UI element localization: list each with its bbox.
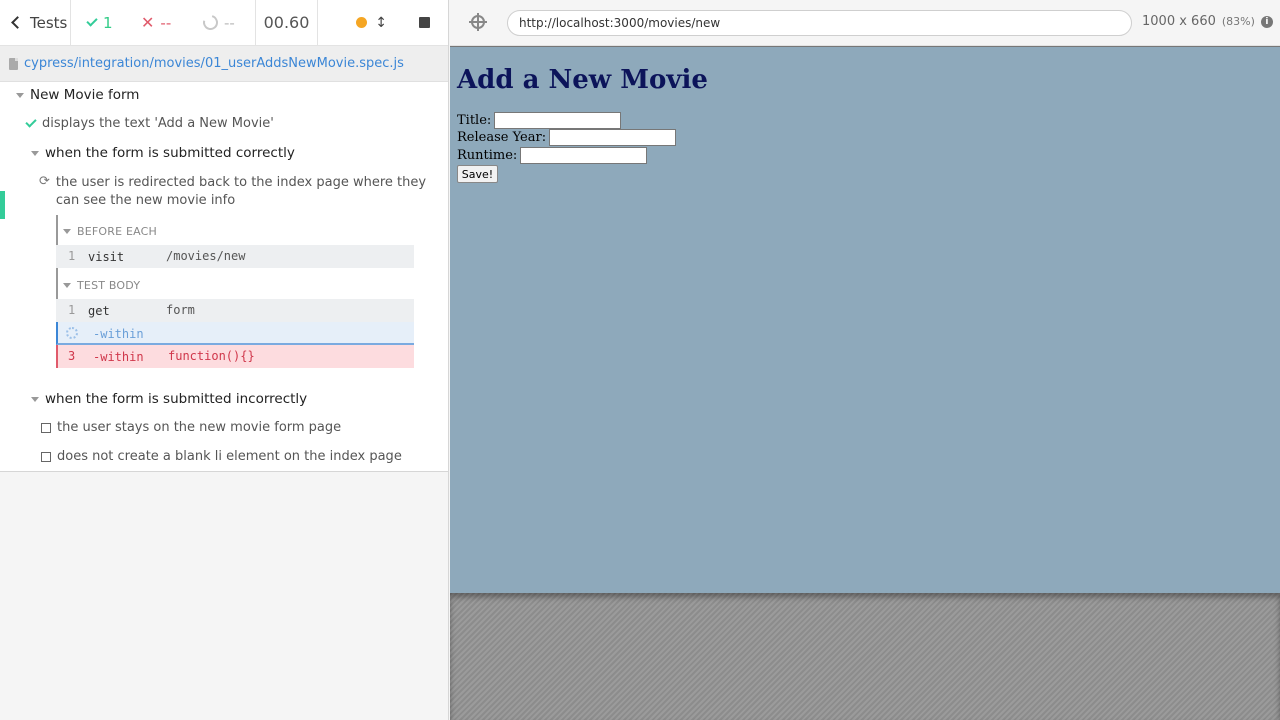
refresh-icon: ⟳ [39, 174, 50, 189]
pass-indicator [0, 191, 5, 219]
caret-down-icon [63, 229, 71, 234]
runtime-input[interactable] [520, 147, 648, 164]
pending-count: -- [185, 0, 256, 45]
viewport-size: 1000 x 660 [1142, 14, 1216, 29]
app-panel: http://localhost:3000/movies/new 1000 x … [450, 0, 1280, 720]
pending-number: -- [224, 13, 235, 32]
passed-number: 1 [103, 13, 113, 32]
suite-new-movie-form[interactable]: New Movie form [16, 87, 139, 103]
viewport-scale: (83%) [1221, 15, 1255, 28]
passed-count: 1 [71, 0, 129, 45]
save-button[interactable]: Save! [457, 165, 498, 183]
release-year-field-row: Release Year: [457, 129, 677, 146]
reporter-panel: Tests 1 ✕ -- -- 00.60 ↕ cypress/integrat… [0, 0, 449, 720]
caret-down-icon [63, 283, 71, 288]
command-within-pending[interactable]: -within [56, 322, 414, 345]
failed-count: ✕ -- [129, 0, 185, 45]
run-controls: ↕ [318, 0, 448, 45]
command-visit[interactable]: 1 visit /movies/new [56, 245, 414, 268]
release-year-label: Release Year: [457, 130, 547, 145]
duration: 00.60 [256, 0, 318, 45]
checkbox-icon [41, 451, 51, 462]
command-get[interactable]: 1 get form [56, 299, 414, 322]
command-within-failed[interactable]: 3 -within function(){} [56, 345, 414, 368]
chevron-left-icon [11, 16, 24, 29]
runtime-field-row: Runtime: [457, 147, 648, 164]
url-bar: http://localhost:3000/movies/new 1000 x … [450, 0, 1280, 46]
title-field-row: Title: [457, 112, 622, 129]
page-heading: Add a New Movie [457, 65, 708, 95]
release-year-input[interactable] [549, 129, 677, 146]
test-running[interactable]: ⟳ the user is redirected back to the ind… [39, 174, 426, 210]
failed-number: -- [160, 13, 172, 32]
pending-ring-icon [200, 12, 221, 33]
tests-back-button[interactable]: Tests [0, 0, 71, 45]
viewport-backdrop [450, 593, 1280, 720]
title-label: Title: [457, 113, 492, 128]
loading-icon [66, 327, 78, 339]
runnables-list: New Movie form displays the text 'Add a … [0, 82, 448, 472]
url-input[interactable]: http://localhost:3000/movies/new [507, 10, 1132, 36]
application-under-test: Add a New Movie Title: Release Year: Run… [450, 47, 1280, 593]
suite-submitted-correctly[interactable]: when the form is submitted correctly [31, 145, 295, 161]
file-icon [9, 57, 18, 70]
spec-path-link[interactable]: cypress/integration/movies/01_userAddsNe… [24, 56, 404, 71]
caret-down-icon [31, 150, 39, 156]
test-pending[interactable]: does not create a blank li element on th… [41, 449, 402, 464]
tests-label: Tests [30, 13, 68, 32]
viewport-info: 1000 x 660 (83%) i [1142, 14, 1273, 29]
stats-bar: Tests 1 ✕ -- -- 00.60 ↕ [0, 0, 448, 46]
runtime-label: Runtime: [457, 148, 518, 163]
caret-down-icon [16, 92, 24, 98]
hook-before-each[interactable]: BEFORE EACH [63, 225, 157, 238]
test-passed[interactable]: displays the text 'Add a New Movie' [25, 116, 274, 131]
check-icon [86, 15, 98, 27]
scroll-toggle-icon[interactable]: ↕ [375, 15, 387, 31]
checkbox-icon [41, 422, 51, 433]
hook-test-body[interactable]: TEST BODY [63, 279, 140, 292]
check-icon [25, 116, 37, 128]
info-icon[interactable]: i [1260, 15, 1273, 28]
title-input[interactable] [494, 112, 622, 129]
caret-down-icon [31, 396, 39, 402]
suite-submitted-incorrectly[interactable]: when the form is submitted incorrectly [31, 391, 307, 407]
selector-playground-icon[interactable] [469, 13, 487, 31]
spec-path-bar: cypress/integration/movies/01_userAddsNe… [0, 46, 448, 82]
stop-icon[interactable] [419, 17, 430, 28]
running-indicator-icon [356, 17, 368, 28]
x-icon: ✕ [141, 13, 155, 32]
test-pending[interactable]: the user stays on the new movie form pag… [41, 420, 341, 435]
